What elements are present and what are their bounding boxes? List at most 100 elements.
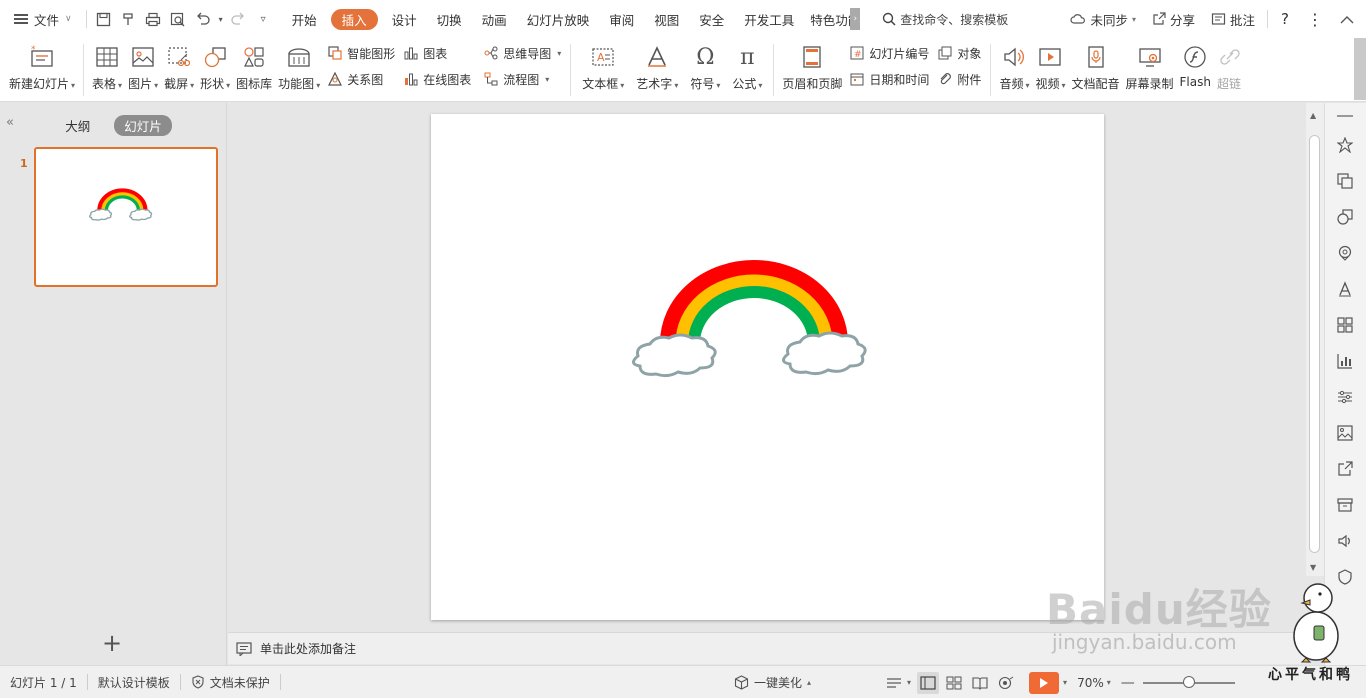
export-icon[interactable] (1335, 459, 1355, 479)
slide-thumbnail-number: 1 (20, 157, 28, 170)
mind-map-button[interactable]: 思维导图 ▾ (483, 42, 561, 64)
symbol-button[interactable]: Ω 符号 ▾ (684, 38, 726, 98)
icon-library-button[interactable]: 图标库 (233, 38, 275, 98)
add-slide-icon[interactable]: + (102, 631, 122, 655)
save-icon[interactable] (91, 0, 116, 38)
tab-transition[interactable]: 切换 (427, 0, 472, 38)
format-painter-icon[interactable] (116, 0, 141, 38)
help-button[interactable]: ? (1272, 0, 1298, 38)
archive-icon[interactable] (1335, 495, 1355, 515)
online-chart-button[interactable]: 在线图表 (403, 68, 471, 90)
comment-button[interactable]: 批注 (1203, 0, 1263, 38)
screenshot-button[interactable]: 截屏 ▾ (161, 38, 197, 98)
screen-record-button[interactable]: 屏幕录制 (1123, 38, 1177, 98)
doc-voice-button[interactable]: 文档配音 (1069, 38, 1123, 98)
rainbow-graphic[interactable] (431, 114, 1104, 620)
flash-button[interactable]: Flash (1177, 38, 1214, 98)
notes-view-icon[interactable] (883, 672, 905, 694)
grid-icon[interactable] (1335, 315, 1355, 335)
formula-button[interactable]: π 公式 ▾ (726, 38, 768, 98)
command-search[interactable]: 查找命令、搜索模板 (860, 11, 1020, 28)
volume-icon[interactable] (1335, 531, 1355, 551)
copy-icon[interactable] (1335, 171, 1355, 191)
undo-dropdown-icon[interactable]: ▾ (216, 0, 226, 38)
scroll-up-icon[interactable]: ▲ (1310, 111, 1316, 120)
text-effect-icon[interactable] (1335, 279, 1355, 299)
shield-icon[interactable] (1335, 567, 1355, 587)
settings-sliders-icon[interactable] (1335, 387, 1355, 407)
hyperlink-button[interactable]: 超链 (1214, 38, 1242, 98)
design-template[interactable]: 默认设计模板 (88, 666, 180, 698)
file-menu[interactable]: 文件 ∨ (0, 0, 82, 38)
formula-label: 公式 (732, 77, 757, 91)
textbox-button[interactable]: A 文本框 ▾ (576, 38, 630, 98)
image-gallery-icon[interactable] (1335, 423, 1355, 443)
shape-button[interactable]: 形状 ▾ (197, 38, 233, 98)
tab-developer[interactable]: 开发工具 (734, 0, 804, 38)
slide-canvas[interactable] (431, 114, 1104, 620)
tab-view[interactable]: 视图 (644, 0, 689, 38)
redo-icon[interactable] (226, 0, 251, 38)
sync-button[interactable]: 未同步 ▾ (1062, 0, 1144, 38)
star-icon[interactable] (1335, 135, 1355, 155)
tab-features[interactable]: 特色功能 (804, 0, 850, 38)
chevron-down-icon[interactable]: ▾ (907, 678, 911, 687)
picture-button[interactable]: 图片 ▾ (125, 38, 161, 98)
pane-tabs: 大纲 幻灯片 (0, 115, 227, 136)
reading-view-icon[interactable] (969, 672, 991, 694)
tab-home[interactable]: 开始 (282, 0, 327, 38)
flowchart-icon (483, 71, 499, 87)
zoom-out-icon[interactable]: — (1121, 675, 1135, 691)
shapes-icon[interactable] (1335, 207, 1355, 227)
tab-outline[interactable]: 大纲 (55, 115, 100, 136)
slide-thumbnail[interactable] (34, 147, 218, 287)
chart-button[interactable]: 图表 (403, 42, 471, 64)
search-icon (883, 12, 896, 26)
smart-art-button[interactable]: 智能图形 (327, 42, 395, 64)
presenter-view-icon[interactable] (995, 672, 1017, 694)
scroll-down-icon[interactable]: ▼ (1310, 563, 1316, 572)
beautify-button[interactable]: 一键美化 ▴ (724, 666, 821, 698)
header-footer-button[interactable]: 页眉和页脚 (779, 38, 845, 98)
zoom-slider-knob[interactable] (1182, 675, 1195, 688)
share-button[interactable]: 分享 (1144, 0, 1203, 38)
sorter-view-icon[interactable] (943, 672, 965, 694)
ribbon-scrollbar[interactable] (1354, 38, 1366, 100)
tabs-scroll-right-icon[interactable]: › (850, 8, 861, 30)
flowchart-button[interactable]: 流程图 ▾ (483, 68, 561, 90)
location-icon[interactable] (1335, 243, 1355, 263)
customize-qa-icon[interactable]: ▿ (251, 0, 276, 38)
attachment-button[interactable]: 附件 (937, 68, 981, 90)
function-chart-button[interactable]: 功能图 ▾ (275, 38, 323, 98)
relation-chart-button[interactable]: 关系图 (327, 68, 395, 90)
print-icon[interactable] (141, 0, 166, 38)
tab-slideshow[interactable]: 幻灯片放映 (517, 0, 600, 38)
more-options-icon[interactable]: ⋮ (1298, 0, 1332, 38)
table-button[interactable]: 表格 ▾ (89, 38, 125, 98)
canvas-scrollbar[interactable]: ▲ ▼ (1306, 103, 1324, 576)
play-slideshow-button[interactable] (1029, 671, 1060, 694)
tab-animation[interactable]: 动画 (472, 0, 517, 38)
date-time-button[interactable]: 日期和时间 (849, 68, 929, 90)
scrollbar-thumb[interactable] (1309, 135, 1320, 553)
notes-area[interactable]: 单击此处添加备注 (228, 632, 1306, 664)
document-protection[interactable]: 文档未保护 (181, 666, 280, 698)
chart-icon[interactable] (1335, 351, 1355, 371)
normal-view-icon[interactable] (917, 671, 940, 694)
undo-icon[interactable] (191, 0, 216, 38)
tab-design[interactable]: 设计 (382, 0, 427, 38)
zoom-level[interactable]: 70% ▾ (1067, 666, 1121, 698)
audio-button[interactable]: 音频 ▾ (996, 38, 1032, 98)
tab-security[interactable]: 安全 (689, 0, 734, 38)
wordart-button[interactable]: 艺术字 ▾ (630, 38, 684, 98)
new-slide-button[interactable]: * 新建幻灯片 ▾ (6, 38, 78, 98)
video-button[interactable]: 视频 ▾ (1032, 38, 1068, 98)
zoom-slider[interactable] (1142, 675, 1235, 688)
print-preview-icon[interactable] (166, 0, 191, 38)
tab-insert[interactable]: 插入 (330, 8, 378, 30)
tab-review[interactable]: 审阅 (599, 0, 644, 38)
tab-slides[interactable]: 幻灯片 (114, 115, 172, 136)
collapse-ribbon-icon[interactable] (1332, 0, 1366, 38)
slide-number-button[interactable]: # 幻灯片编号 (849, 42, 929, 64)
object-button[interactable]: 对象 (937, 42, 981, 64)
